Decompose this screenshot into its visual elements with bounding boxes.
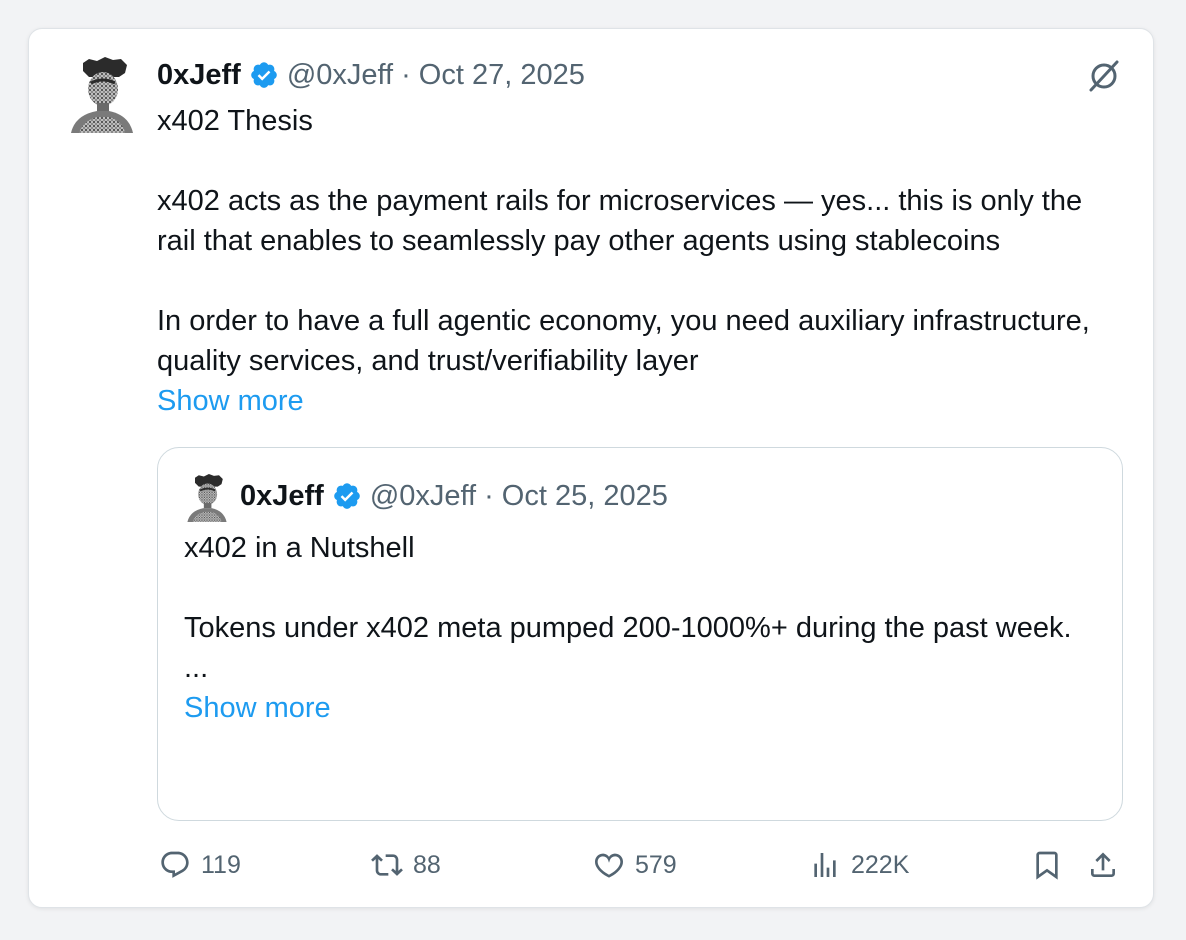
verified-badge-icon [251, 62, 277, 88]
quoted-date: Oct 25, 2025 [501, 479, 668, 512]
show-more-link[interactable]: Show more [157, 385, 304, 417]
post-body: x402 Thesis x402 acts as the payment rai… [157, 101, 1127, 421]
heart-icon [595, 853, 623, 878]
author-handle[interactable]: @0xJeff [287, 59, 393, 92]
share-icon [1091, 852, 1115, 877]
reply-button[interactable]: 119 [159, 841, 241, 889]
quoted-author-name: 0xJeff [240, 479, 324, 512]
post-date[interactable]: Oct 27, 2025 [419, 59, 585, 92]
views-icon [814, 853, 836, 877]
quoted-avatar [187, 474, 227, 522]
quoted-show-more-link[interactable]: Show more [184, 692, 331, 724]
quoted-ellipsis: ... [184, 652, 209, 684]
tweet-card: 0xJeff @0xJeff · Oct 27, 2025 x402 Thesi… [28, 28, 1154, 908]
bookmark-icon [1036, 851, 1058, 880]
repost-button[interactable]: 88 [371, 841, 441, 889]
post-paragraph-1: x402 acts as the payment rails for micro… [157, 185, 1083, 257]
post-title: x402 Thesis [157, 105, 313, 137]
bookmark-button[interactable] [1031, 841, 1063, 889]
separator: · [401, 58, 411, 91]
quoted-post[interactable]: 0xJeff @0xJeff · Oct 25, 2025 x402 in a … [157, 447, 1123, 821]
views-button[interactable]: 222K [809, 841, 909, 889]
verified-badge-icon [334, 483, 360, 509]
quoted-title: x402 in a Nutshell [184, 532, 415, 564]
avatar[interactable] [69, 57, 135, 133]
quoted-body: x402 in a Nutshell Tokens under x402 met… [184, 528, 1084, 728]
author-name[interactable]: 0xJeff [157, 59, 241, 92]
separator: · [484, 479, 494, 512]
like-count: 579 [635, 850, 677, 879]
share-button[interactable] [1087, 841, 1119, 889]
action-bar: 119 88 579 222K [157, 841, 1123, 889]
repost-icon [371, 854, 403, 876]
post-header: 0xJeff @0xJeff · Oct 27, 2025 [157, 55, 585, 95]
repost-count: 88 [413, 850, 441, 879]
post-paragraph-2: In order to have a full agentic economy,… [157, 305, 1090, 377]
reply-icon [161, 851, 189, 878]
quoted-author-handle: @0xJeff [369, 479, 477, 512]
grok-icon[interactable] [1085, 57, 1123, 95]
views-count: 222K [851, 850, 910, 879]
reply-count: 119 [201, 850, 241, 879]
quoted-paragraph-1: Tokens under x402 meta pumped 200-1000%+… [184, 612, 1072, 644]
like-button[interactable]: 579 [593, 841, 677, 889]
quoted-header: 0xJeff @0xJeff · Oct 25, 2025 [240, 476, 668, 516]
